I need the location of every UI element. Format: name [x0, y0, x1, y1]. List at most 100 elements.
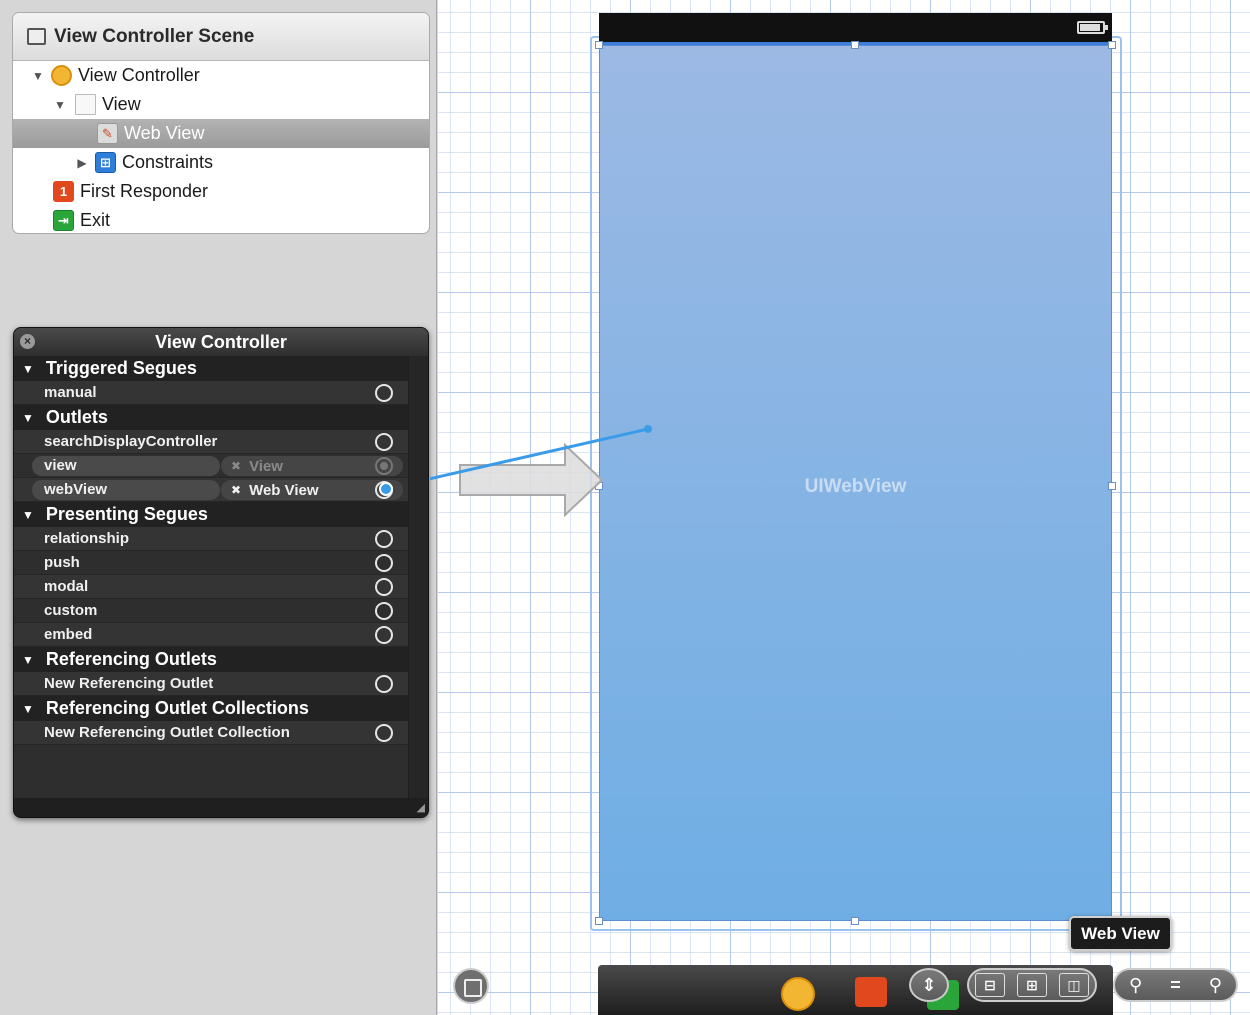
- disclosure-expanded-icon[interactable]: ▼: [22, 653, 34, 667]
- hud-title: View Controller: [155, 331, 287, 352]
- outline-item-first-responder[interactable]: 1 First Responder: [13, 177, 429, 206]
- section-outlets[interactable]: ▼ Outlets: [14, 405, 428, 430]
- connection-name: New Referencing Outlet Collection: [44, 724, 290, 741]
- connection-row-embed[interactable]: embed: [14, 623, 428, 647]
- outline-item-constraints[interactable]: ▶ ⊞ Constraints: [13, 148, 429, 177]
- zoom-out-icon[interactable]: ⚲: [1129, 975, 1142, 996]
- connection-endpoint: [644, 425, 652, 433]
- align-icon[interactable]: ⊟: [975, 973, 1005, 997]
- exit-icon: ⇥: [53, 210, 74, 231]
- connection-row-searchdisplaycontroller[interactable]: searchDisplayController: [14, 430, 428, 454]
- connection-row-new-referencing-outlet[interactable]: New Referencing Outlet: [14, 672, 428, 696]
- disclosure-expanded-icon[interactable]: ▼: [22, 702, 34, 716]
- outline-item-label: Exit: [80, 210, 111, 230]
- section-referencing-outlets[interactable]: ▼ Referencing Outlets: [14, 647, 428, 672]
- connection-row-custom[interactable]: custom: [14, 599, 428, 623]
- connection-row-relationship[interactable]: relationship: [14, 527, 428, 551]
- hud-scrollbar[interactable]: [408, 356, 428, 800]
- section-title: Referencing Outlets: [45, 649, 217, 669]
- disclosure-expanded-icon[interactable]: ▼: [22, 362, 34, 376]
- connection-circle[interactable]: [375, 602, 393, 620]
- outline-item-exit[interactable]: ⇥ Exit: [13, 206, 429, 233]
- outline-item-web-view[interactable]: ✎ Web View: [13, 119, 429, 148]
- connection-name: webView: [44, 481, 108, 498]
- outline-item-view-controller[interactable]: ▼ View Controller: [13, 61, 429, 90]
- webview-class-label: UIWebView: [804, 476, 907, 497]
- outline-item-label: Constraints: [122, 152, 214, 172]
- outlet-target: View: [249, 457, 283, 475]
- connection-name: searchDisplayController: [44, 433, 218, 450]
- connection-row-modal[interactable]: modal: [14, 575, 428, 599]
- connection-name: custom: [44, 602, 98, 619]
- first-responder-icon: 1: [53, 181, 74, 202]
- view-controller-icon[interactable]: [781, 977, 815, 1011]
- disconnect-icon[interactable]: ✖: [231, 459, 241, 473]
- resize-handle[interactable]: [595, 41, 603, 49]
- outline-item-label: View Controller: [78, 65, 200, 85]
- resize-handle[interactable]: [1108, 41, 1116, 49]
- layout-button-group: ⊟ ⊞ ◫: [967, 968, 1097, 1002]
- pin-icon[interactable]: ⊞: [1017, 973, 1047, 997]
- resize-handle[interactable]: [595, 917, 603, 925]
- resize-handle[interactable]: [851, 41, 859, 49]
- outline-item-label: Web View: [124, 123, 205, 143]
- document-outline-sidebar: View Controller Scene ▼ View Controller …: [0, 0, 437, 1015]
- connection-circle[interactable]: [375, 433, 393, 451]
- connection-overlay: [430, 425, 652, 518]
- zoom-in-icon[interactable]: ⚲: [1209, 975, 1222, 996]
- resize-handle[interactable]: [1108, 482, 1116, 490]
- close-icon[interactable]: ×: [20, 334, 35, 349]
- scene-icon: [27, 28, 46, 45]
- first-responder-icon[interactable]: [855, 977, 887, 1007]
- scene-header[interactable]: View Controller Scene: [13, 13, 429, 61]
- simulated-metrics-button[interactable]: ⇕: [909, 968, 949, 1002]
- connection-circle[interactable]: [375, 384, 393, 402]
- disclosure-collapsed-icon[interactable]: ▶: [75, 156, 89, 170]
- resolve-icon[interactable]: ◫: [1059, 973, 1089, 997]
- zoom-button-group: ⚲ = ⚲: [1113, 968, 1238, 1002]
- phone-resize-icon: ⇕: [921, 974, 937, 995]
- connection-row-webview[interactable]: webView ✖ Web View: [14, 478, 428, 502]
- show-outline-button[interactable]: [453, 968, 489, 1004]
- view-controller-icon: [51, 65, 72, 86]
- connection-row-manual[interactable]: manual: [14, 381, 428, 405]
- web-view[interactable]: UIWebView: [599, 45, 1112, 921]
- connection-circle[interactable]: [375, 554, 393, 572]
- connection-circle-filled[interactable]: [375, 457, 393, 475]
- connection-start-dot: [379, 482, 393, 496]
- section-title: Presenting Segues: [45, 504, 208, 524]
- tooltip: Web View: [1069, 916, 1172, 951]
- disconnect-icon[interactable]: ✖: [231, 483, 241, 497]
- connection-circle[interactable]: [375, 724, 393, 742]
- battery-icon: [1077, 21, 1108, 34]
- outlet-target: Web View: [249, 481, 319, 499]
- connection-row-push[interactable]: push: [14, 551, 428, 575]
- connection-name: relationship: [44, 530, 130, 547]
- connection-name: embed: [44, 626, 93, 643]
- web-view-icon: ✎: [97, 123, 118, 144]
- connection-name: manual: [44, 384, 97, 401]
- disclosure-expanded-icon[interactable]: ▼: [31, 69, 45, 83]
- hud-title-bar[interactable]: × View Controller: [14, 328, 428, 356]
- section-triggered-segues[interactable]: ▼ Triggered Segues: [14, 356, 428, 381]
- disclosure-expanded-icon[interactable]: ▼: [22, 508, 34, 522]
- connection-circle[interactable]: [375, 675, 393, 693]
- section-referencing-outlet-collections[interactable]: ▼ Referencing Outlet Collections: [14, 696, 428, 721]
- disclosure-expanded-icon[interactable]: ▼: [22, 411, 34, 425]
- section-title: Referencing Outlet Collections: [45, 698, 309, 718]
- connection-circle[interactable]: [375, 530, 393, 548]
- zoom-fit-icon[interactable]: =: [1170, 975, 1181, 996]
- connection-row-view[interactable]: view ✖ View: [14, 454, 428, 478]
- disclosure-expanded-icon[interactable]: ▼: [53, 98, 67, 112]
- connection-start: [379, 482, 393, 496]
- resize-handle[interactable]: [851, 917, 859, 925]
- resize-grip-icon[interactable]: ◢: [417, 801, 425, 814]
- scene-title: View Controller Scene: [54, 25, 255, 47]
- connection-circle[interactable]: [375, 626, 393, 644]
- outline-item-view[interactable]: ▼ View: [13, 90, 429, 119]
- connection-name: modal: [44, 578, 89, 595]
- connection-circle[interactable]: [375, 578, 393, 596]
- connection-name: New Referencing Outlet: [44, 675, 214, 692]
- connection-row-new-referencing-outlet-collection[interactable]: New Referencing Outlet Collection: [14, 721, 428, 745]
- section-presenting-segues[interactable]: ▼ Presenting Segues: [14, 502, 428, 527]
